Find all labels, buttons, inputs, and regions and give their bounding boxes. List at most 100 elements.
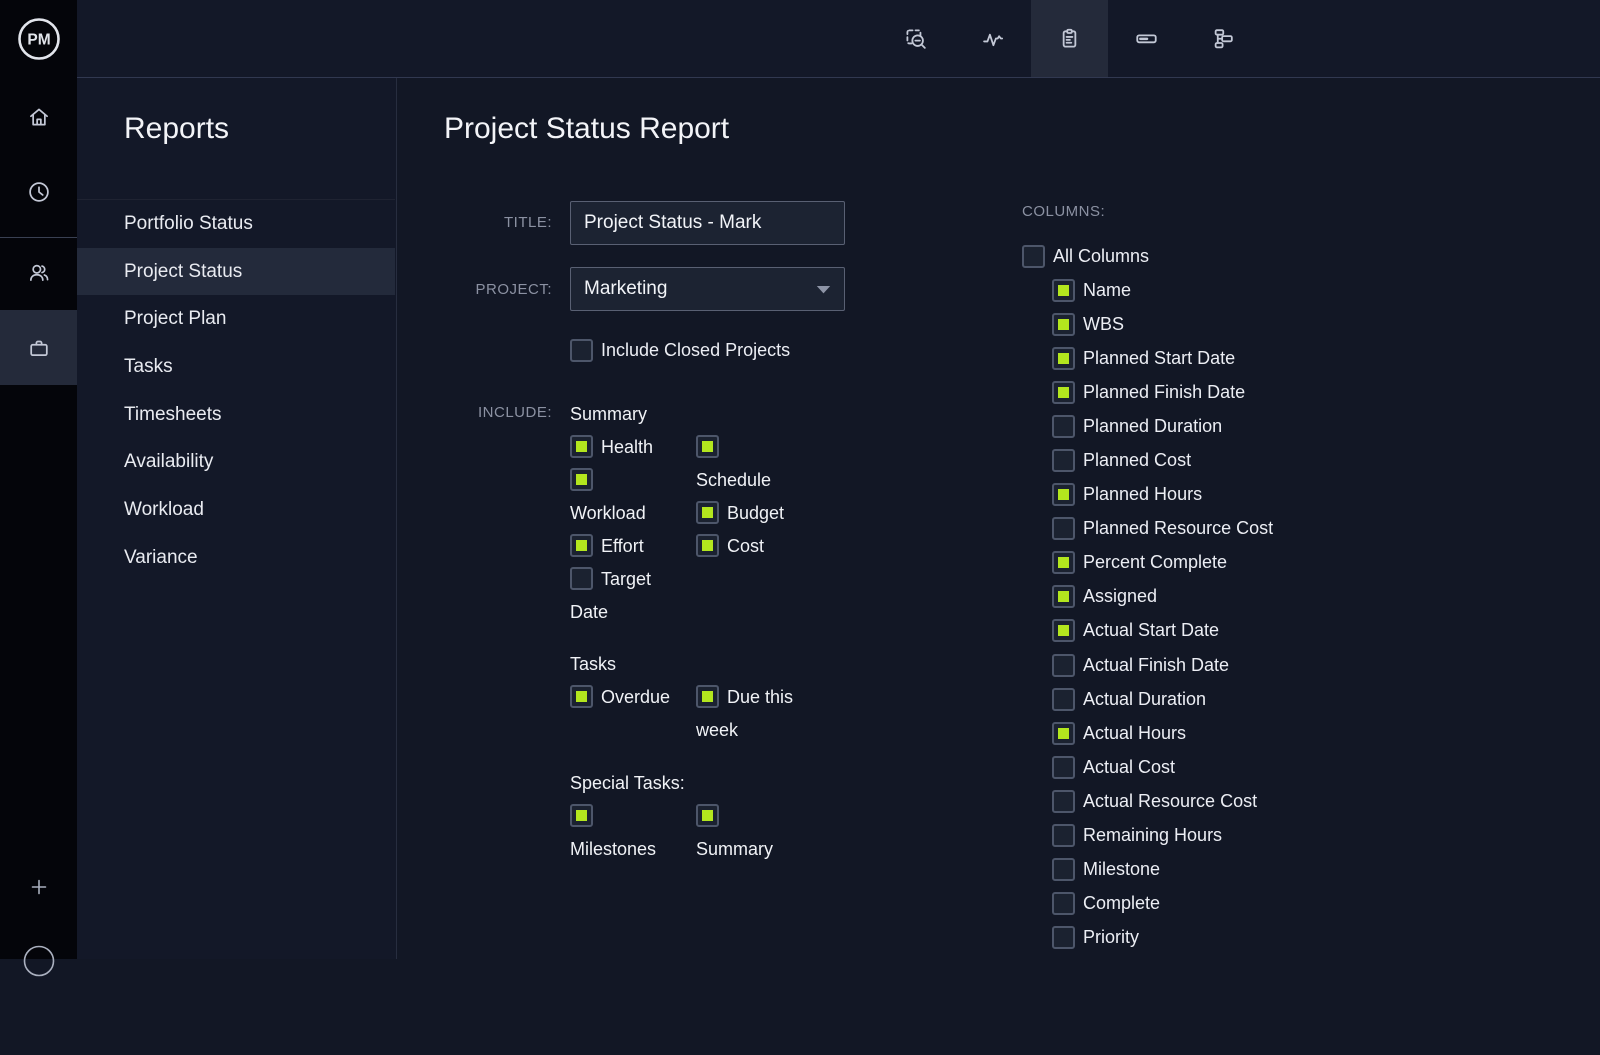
checkbox-checked[interactable] [570, 534, 593, 557]
checkbox-checked[interactable] [1052, 313, 1075, 336]
include-effort[interactable]: Effort [570, 530, 674, 563]
report-title-input[interactable] [570, 201, 845, 245]
include-target-date[interactable]: Target Date [570, 563, 674, 629]
topbar-activity-button[interactable] [954, 0, 1031, 77]
column-option-remaining-hours[interactable]: Remaining Hours [1052, 819, 1422, 853]
checkbox-checked[interactable] [570, 468, 593, 491]
checkbox-checked[interactable] [1052, 483, 1075, 506]
column-option-planned-hours[interactable]: Planned Hours [1052, 478, 1422, 512]
column-option-actual-finish-date[interactable]: Actual Finish Date [1052, 648, 1422, 682]
include-schedule[interactable]: Schedule [696, 431, 800, 497]
column-option-priority[interactable]: Priority [1052, 921, 1422, 955]
checkbox-unchecked[interactable] [1052, 790, 1075, 813]
reports-nav-item-workload[interactable]: Workload [77, 486, 395, 534]
include-due-this-week[interactable]: Due this week [696, 681, 800, 747]
topbar-reports-button[interactable] [1031, 0, 1108, 77]
include-summary[interactable]: Summary [696, 800, 800, 866]
rail-help-button[interactable] [0, 935, 77, 975]
include-workload[interactable]: Workload [570, 464, 674, 530]
checkbox-checked[interactable] [696, 685, 719, 708]
checkbox-checked[interactable] [570, 804, 593, 827]
checkbox-unchecked[interactable] [570, 339, 593, 362]
checkbox-unchecked[interactable] [1052, 756, 1075, 779]
rail-recent-button[interactable] [0, 164, 77, 220]
checkbox-checked[interactable] [1052, 722, 1075, 745]
checkbox-unchecked[interactable] [1052, 415, 1075, 438]
checkbox-checked[interactable] [696, 534, 719, 557]
checkbox-unchecked[interactable] [1052, 892, 1075, 915]
chevron-down-icon [816, 285, 831, 294]
column-option-milestone[interactable]: Milestone [1052, 853, 1422, 887]
column-option-planned-duration[interactable]: Planned Duration [1052, 409, 1422, 443]
column-option-planned-resource-cost[interactable]: Planned Resource Cost [1052, 512, 1422, 546]
column-option-planned-cost[interactable]: Planned Cost [1052, 443, 1422, 477]
checkbox-unchecked[interactable] [1052, 824, 1075, 847]
clipboard-icon [1056, 25, 1083, 52]
checkbox-label: Planned Resource Cost [1083, 518, 1273, 539]
checkbox-checked[interactable] [570, 685, 593, 708]
include-overdue[interactable]: Overdue [570, 681, 674, 714]
include-closed-projects-option[interactable]: Include Closed Projects [570, 339, 790, 362]
reports-nav-item-project-status[interactable]: Project Status [77, 248, 395, 296]
topbar-workflow-button[interactable] [1185, 0, 1262, 77]
checkbox-checked[interactable] [696, 435, 719, 458]
rail-team-button[interactable] [0, 244, 77, 300]
topbar-timeline-button[interactable] [1108, 0, 1185, 77]
column-option-complete[interactable]: Complete [1052, 887, 1422, 921]
column-option-actual-cost[interactable]: Actual Cost [1052, 750, 1422, 784]
checkbox-unchecked[interactable] [570, 567, 593, 590]
column-option-actual-start-date[interactable]: Actual Start Date [1052, 614, 1422, 648]
column-option-assigned[interactable]: Assigned [1052, 580, 1422, 614]
reports-nav-panel: Reports Portfolio StatusProject StatusPr… [77, 78, 397, 959]
project-field-label: PROJECT: [400, 281, 552, 298]
rail-add-button[interactable] [0, 859, 77, 915]
column-option-percent-complete[interactable]: Percent Complete [1052, 546, 1422, 580]
checkbox-unchecked[interactable] [1052, 926, 1075, 949]
brand-logo[interactable]: PM [0, 0, 77, 77]
project-select[interactable]: Marketing [570, 267, 845, 311]
include-field-label: INCLUDE: [400, 404, 552, 421]
checkbox-unchecked[interactable] [1052, 688, 1075, 711]
include-cost[interactable]: Cost [696, 530, 800, 563]
include-milestones[interactable]: Milestones [570, 800, 674, 866]
checkbox-label: Milestone [1083, 859, 1160, 880]
checkbox-checked[interactable] [1052, 381, 1075, 404]
checkbox-checked[interactable] [1052, 347, 1075, 370]
checkbox-checked[interactable] [1052, 279, 1075, 302]
column-option-all-columns[interactable]: All Columns [1022, 239, 1422, 273]
top-bar [77, 0, 1600, 78]
search-area-icon [902, 25, 929, 52]
include-options: Summary HealthWorkloadEffortTarget Date Sc… [570, 398, 870, 866]
column-option-planned-start-date[interactable]: Planned Start Date [1052, 341, 1422, 375]
column-option-name[interactable]: Name [1052, 273, 1422, 307]
checkbox-checked[interactable] [1052, 585, 1075, 608]
include-budget[interactable]: Budget [696, 497, 800, 530]
checkbox-checked[interactable] [570, 435, 593, 458]
rail-home-button[interactable] [0, 89, 77, 145]
column-option-actual-resource-cost[interactable]: Actual Resource Cost [1052, 784, 1422, 818]
reports-nav-item-project-plan[interactable]: Project Plan [77, 295, 395, 343]
column-option-actual-hours[interactable]: Actual Hours [1052, 716, 1422, 750]
checkbox-label: All Columns [1053, 246, 1149, 267]
checkbox-checked[interactable] [1052, 619, 1075, 642]
include-section-heading: Tasks [570, 648, 870, 681]
checkbox-unchecked[interactable] [1052, 858, 1075, 881]
checkbox-checked[interactable] [696, 804, 719, 827]
checkbox-unchecked[interactable] [1022, 245, 1045, 268]
checkbox-unchecked[interactable] [1052, 654, 1075, 677]
column-option-wbs[interactable]: WBS [1052, 307, 1422, 341]
topbar-search-area-button[interactable] [877, 0, 954, 77]
reports-nav-item-variance[interactable]: Variance [77, 534, 395, 582]
reports-nav-item-availability[interactable]: Availability [77, 438, 395, 486]
rail-projects-button[interactable] [0, 310, 77, 385]
column-option-actual-duration[interactable]: Actual Duration [1052, 682, 1422, 716]
checkbox-unchecked[interactable] [1052, 517, 1075, 540]
column-option-planned-finish-date[interactable]: Planned Finish Date [1052, 375, 1422, 409]
checkbox-unchecked[interactable] [1052, 449, 1075, 472]
reports-nav-item-tasks[interactable]: Tasks [77, 343, 395, 391]
reports-nav-item-timesheets[interactable]: Timesheets [77, 391, 395, 439]
checkbox-checked[interactable] [696, 501, 719, 524]
include-health[interactable]: Health [570, 431, 674, 464]
checkbox-checked[interactable] [1052, 551, 1075, 574]
reports-nav-item-portfolio-status[interactable]: Portfolio Status [77, 200, 395, 248]
